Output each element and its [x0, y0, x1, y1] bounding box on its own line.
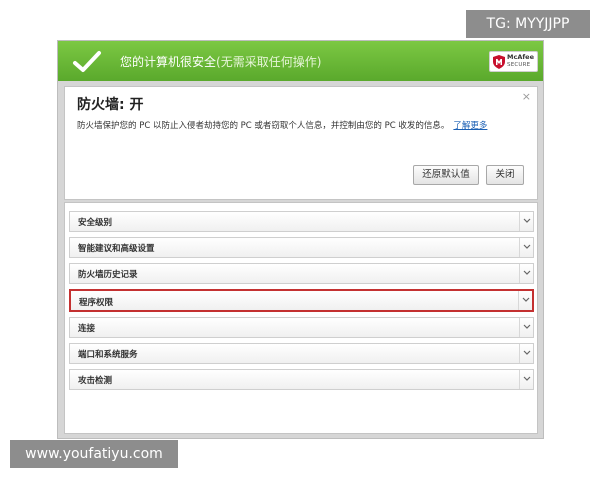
- chevron-down-icon[interactable]: [519, 264, 533, 283]
- chevron-down-icon[interactable]: [519, 238, 533, 257]
- checkmark-icon: [73, 51, 101, 72]
- watermark-telegram: TG: MYYJJPP: [466, 10, 590, 38]
- description-text: 防火墙保护您的 PC 以防止入侵者劫持您的 PC 或者窃取个人信息，并控制由您的…: [77, 121, 450, 131]
- section-label: 端口和系统服务: [78, 350, 138, 360]
- status-hint: (无需采取任何操作): [216, 55, 322, 69]
- status-title: 您的计算机很安全(无需采取任何操作): [120, 53, 321, 70]
- section-label: 安全级别: [78, 218, 113, 228]
- chevron-down-icon[interactable]: [519, 370, 533, 389]
- panel-title: 防火墙: 开: [77, 97, 144, 113]
- mcafee-brand: McAfee: [507, 53, 534, 61]
- mcafee-secure-label: SECURE: [507, 62, 531, 68]
- section-label: 连接: [78, 324, 96, 334]
- chevron-down-icon[interactable]: [519, 344, 533, 363]
- chevron-down-icon[interactable]: [519, 212, 533, 231]
- section-smart-advice[interactable]: 智能建议和高级设置: [69, 237, 534, 258]
- panel-description: 防火墙保护您的 PC 以防止入侵者劫持您的 PC 或者窃取个人信息，并控制由您的…: [77, 119, 487, 131]
- mcafee-secure-badge: McAfee SECURE: [489, 51, 538, 72]
- status-text: 您的计算机很安全: [120, 55, 217, 69]
- section-label: 防火墙历史记录: [78, 270, 138, 280]
- section-connections[interactable]: 连接: [69, 317, 534, 338]
- mcafee-shield-icon: [493, 55, 505, 69]
- settings-sections: 安全级别 智能建议和高级设置 防火墙历史记录 程序权限 连接 端口和系统服务 攻…: [64, 202, 538, 434]
- section-firewall-history[interactable]: 防火墙历史记录: [69, 263, 534, 284]
- section-program-permissions[interactable]: 程序权限: [69, 289, 534, 312]
- chevron-down-icon[interactable]: [518, 291, 532, 310]
- section-ports-services[interactable]: 端口和系统服务: [69, 343, 534, 364]
- status-header: 您的计算机很安全(无需采取任何操作) McAfee SECURE: [58, 41, 543, 81]
- section-label: 程序权限: [79, 298, 114, 308]
- section-security-level[interactable]: 安全级别: [69, 211, 534, 232]
- restore-defaults-button[interactable]: 还原默认值: [413, 165, 479, 185]
- section-label: 攻击检测: [78, 376, 113, 386]
- firewall-info-panel: 防火墙: 开 × 防火墙保护您的 PC 以防止入侵者劫持您的 PC 或者窃取个人…: [64, 86, 538, 200]
- learn-more-link[interactable]: 了解更多: [453, 121, 487, 131]
- chevron-down-icon[interactable]: [519, 318, 533, 337]
- section-label: 智能建议和高级设置: [78, 244, 155, 254]
- close-icon[interactable]: ×: [522, 90, 531, 103]
- section-intrusion-detection[interactable]: 攻击检测: [69, 369, 534, 390]
- watermark-site: www.youfatiyu.com: [10, 440, 178, 468]
- close-button[interactable]: 关闭: [486, 165, 524, 185]
